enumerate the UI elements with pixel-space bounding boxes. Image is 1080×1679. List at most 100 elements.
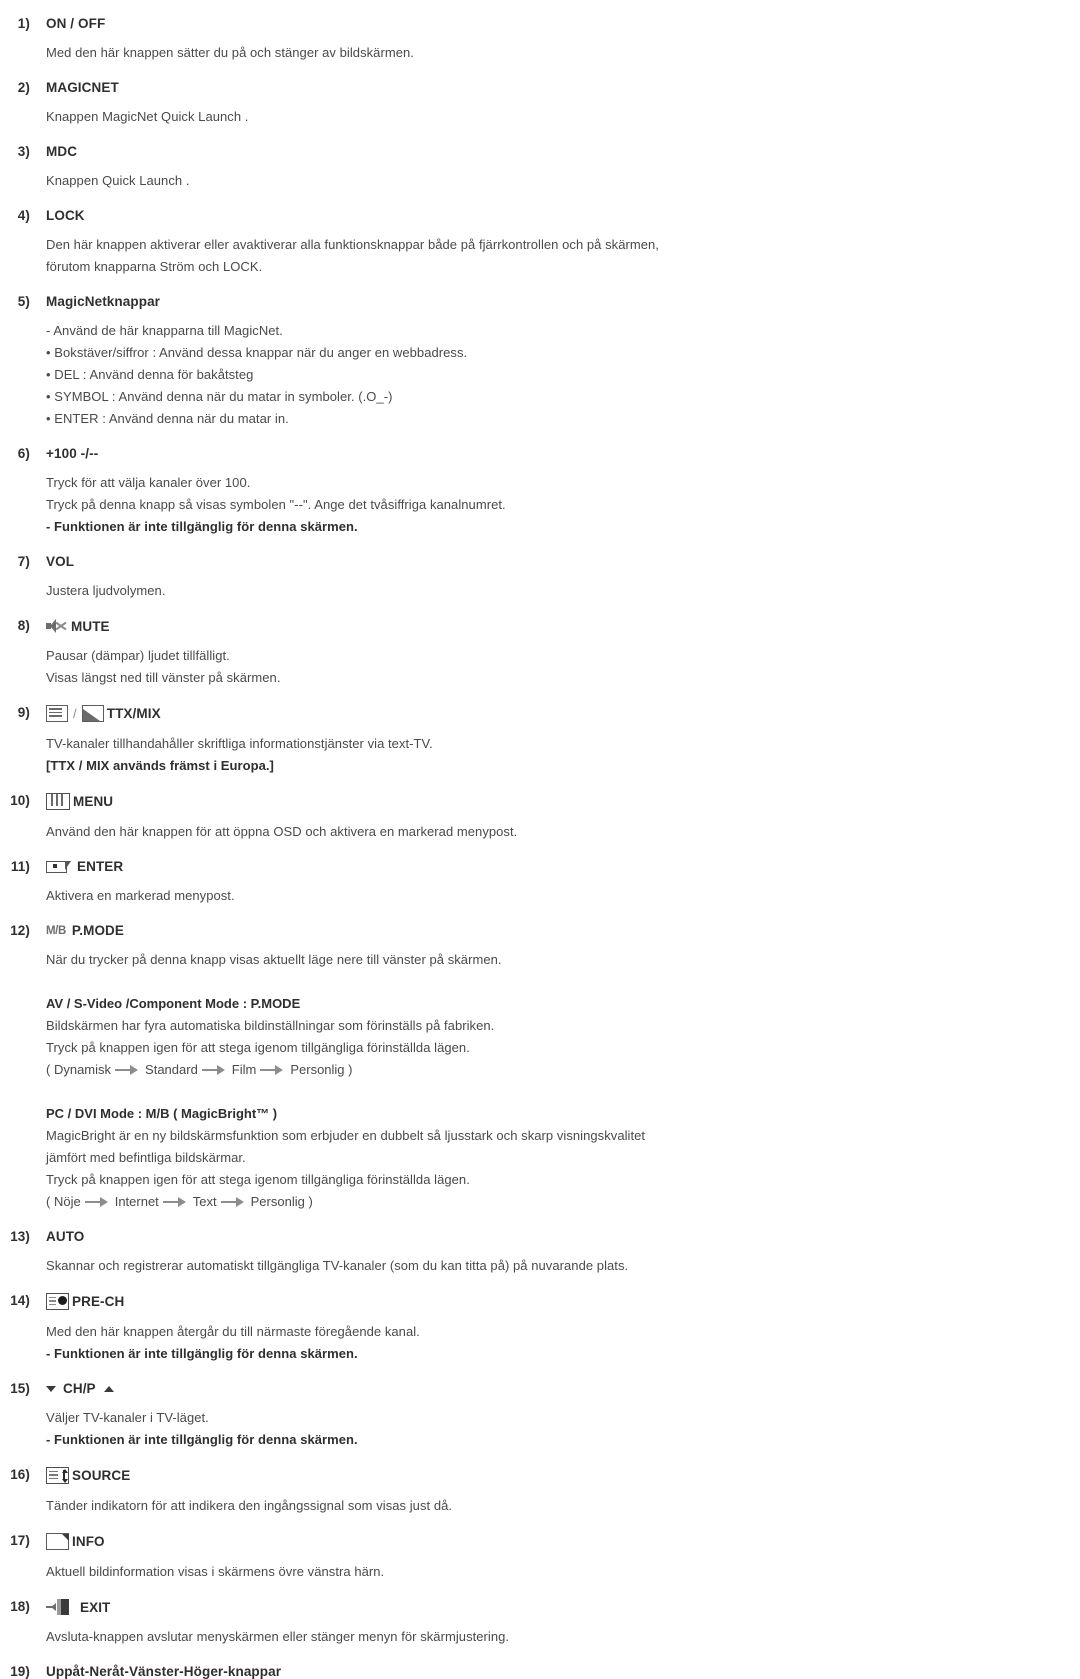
entry-note-line: - Funktionen är inte tillgänglig för den… (46, 519, 358, 534)
button-entry: 9) / TTX/MIX TV-kanaler tillhandahåller skr… (0, 705, 1080, 777)
entry-number: 4) (17, 208, 30, 223)
button-entry: 11) ENTER Aktivera en markerad menypost. (0, 859, 1080, 907)
sequence-mode-label: Nöje (53, 1194, 81, 1209)
mode-subsection-heading: AV / S-Video /Component Mode : P.MODE (46, 996, 301, 1011)
sequence-mode-label: Film (231, 1062, 257, 1077)
entry-heading: 3) MDC (0, 144, 1080, 159)
entry-heading: 18) EXIT (0, 1599, 1080, 1615)
entry-note-line: - Funktionen är inte tillgänglig för den… (46, 1346, 358, 1361)
button-entry: 10) MENU Använd den här knappen för att öp… (0, 793, 1080, 843)
entry-title-wrap: MENU (46, 793, 113, 810)
entry-title-wrap: MDC (46, 144, 77, 159)
chevron-up-icon (103, 1385, 114, 1392)
magicbright-mb-icon: M/B (46, 924, 66, 937)
entry-description-line: Pausar (dämpar) ljudet tillfälligt. (46, 648, 230, 663)
entry-body: Aktivera en markerad menypost. (46, 885, 1080, 907)
arrow-right-icon (260, 1065, 286, 1075)
entry-body: När du trycker på denna knapp visas aktu… (46, 949, 1080, 1213)
entry-title: P.MODE (71, 923, 125, 938)
entry-number: 5) (17, 294, 30, 309)
entry-description-line: Aktivera en markerad menypost. (46, 888, 235, 903)
entry-title: ENTER (77, 859, 124, 874)
entry-heading: 13) AUTO (0, 1229, 1080, 1244)
entry-body: Med den här knappen sätter du på och stä… (46, 42, 1080, 64)
entry-title: PRE-CH (72, 1294, 125, 1309)
entry-description-line: Skannar och registrerar automatiskt till… (46, 1258, 629, 1273)
entry-number: 3) (17, 144, 30, 159)
entry-number: 11) (10, 859, 30, 874)
arrow-right-icon (115, 1065, 141, 1075)
entry-heading: 12) M/B P.MODE (0, 923, 1080, 938)
mute-icon (46, 618, 67, 634)
button-entry: 18) EXIT Avsluta-knappen avslutar menyskär… (0, 1599, 1080, 1648)
sequence-close-paren: ) (304, 1194, 313, 1209)
button-entry: 15) CH/P Väljer TV-kanaler i TV-läget. - Fu… (0, 1381, 1080, 1451)
entry-title: VOL (46, 554, 75, 569)
entry-title: AUTO (46, 1229, 85, 1244)
sequence-mode-label: Text (192, 1194, 217, 1209)
source-icon (46, 1467, 69, 1484)
entry-description-line: Tryck för att välja kanaler över 100. (46, 475, 251, 490)
entry-title-wrap: ON / OFF (46, 16, 105, 31)
entry-heading: 8) MUTE (0, 618, 1080, 634)
entry-description-line: Knappen Quick Launch . (46, 173, 190, 188)
mode-subsection-line: Tryck på knappen igen för att stega igen… (46, 1172, 470, 1187)
entry-body: Tänder indikatorn för att indikera den i… (46, 1495, 1080, 1517)
entry-body: TV-kanaler tillhandahåller skriftliga in… (46, 733, 1080, 777)
entry-title: MDC (46, 144, 78, 159)
menu-icon (46, 793, 70, 810)
entry-heading: 19) Uppåt-Neråt-Vänster-Höger-knappar (0, 1664, 1080, 1679)
entry-number: 8) (17, 618, 30, 633)
button-entry: 3) MDC Knappen Quick Launch . (0, 144, 1080, 192)
entry-title-wrap: ENTER (46, 859, 123, 874)
button-entry: 6) +100 -/-- Tryck för att välja kanaler ö… (0, 446, 1080, 538)
entry-body: Den här knappen aktiverar eller avaktive… (46, 234, 1080, 278)
button-entry: 12) M/B P.MODE När du trycker på denna knap… (0, 923, 1080, 1213)
entry-description-line: Visas längst ned till vänster på skärmen… (46, 670, 281, 685)
entry-title-wrap: PRE-CH (46, 1293, 124, 1310)
arrow-right-icon (162, 1197, 189, 1207)
entry-description-line: TV-kanaler tillhandahåller skriftliga in… (46, 736, 433, 751)
entry-description-line: Den här knappen aktiverar eller avaktive… (46, 237, 659, 252)
info-icon (46, 1533, 69, 1550)
entry-title-wrap: SOURCE (46, 1467, 130, 1484)
entry-heading: 6) +100 -/-- (0, 446, 1080, 461)
entry-title-wrap: CH/P (46, 1381, 114, 1396)
entry-title: MENU (73, 794, 114, 809)
entry-number: 12) (10, 923, 30, 938)
entry-title: MUTE (71, 618, 110, 634)
entry-description-line: Med den här knappen återgår du till närm… (46, 1324, 420, 1339)
mode-subsection-line: Bildskärmen har fyra automatiska bildins… (46, 1018, 495, 1033)
sequence-mode-label: Personlig (250, 1194, 305, 1209)
entry-title: +100 -/-- (46, 446, 99, 461)
button-entry: 5) MagicNetknappar - Använd de här knappar… (0, 294, 1080, 430)
entry-number: 7) (17, 554, 30, 569)
entry-description-line: - Använd de här knapparna till MagicNet. (46, 323, 283, 338)
entry-body: Skannar och registrerar automatiskt till… (46, 1255, 1080, 1277)
entry-title: MAGICNET (46, 80, 119, 95)
button-entry: 1) ON / OFF Med den här knappen sätter du … (0, 16, 1080, 64)
entry-heading: 7) VOL (0, 554, 1080, 569)
entry-number: 2) (17, 80, 30, 95)
button-entry: 2) MAGICNET Knappen MagicNet Quick Launch … (0, 80, 1080, 128)
entry-list: 1) ON / OFF Med den här knappen sätter du … (0, 16, 1080, 1679)
entry-number: 9) (17, 705, 30, 720)
entry-body: Pausar (dämpar) ljudet tillfälligt. Visas… (46, 645, 1080, 689)
arrow-right-icon (201, 1065, 228, 1075)
entry-heading: 10) MENU (0, 793, 1080, 810)
button-entry: 8) MUTE Pausar (dämpar) ljudet tillfälligt… (0, 618, 1080, 689)
entry-title: ON / OFF (46, 16, 106, 31)
entry-number: 15) (10, 1381, 30, 1396)
entry-title-wrap: LOCK (46, 208, 85, 223)
sequence-mode-label: Standard (145, 1062, 198, 1077)
entry-title-wrap: VOL (46, 554, 74, 569)
entry-title: TTX/MIX (106, 706, 161, 721)
entry-body: Tryck för att välja kanaler över 100. Try… (46, 472, 1080, 538)
entry-title: EXIT (80, 1599, 111, 1615)
entry-title-wrap: EXIT (46, 1599, 110, 1615)
entry-title: CH/P (63, 1381, 96, 1396)
button-entry: 17) INFO Aktuell bildinformation visas i s… (0, 1533, 1080, 1583)
entry-title: INFO (72, 1534, 105, 1549)
button-entry: 16) SOURCE Tänder indikatorn för att indik… (0, 1467, 1080, 1517)
mode-subsection-line: Tryck på knappen igen för att stega igen… (46, 1040, 470, 1055)
